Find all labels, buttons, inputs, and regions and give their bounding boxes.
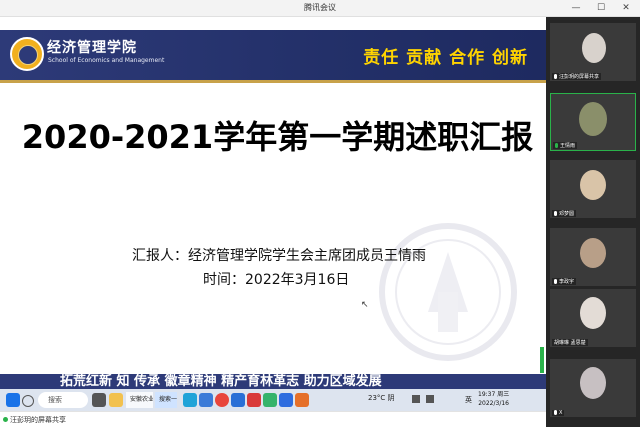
mail-icon[interactable] xyxy=(231,393,245,407)
participant-name: 邓梦圆 xyxy=(552,210,577,217)
school-name-en: School of Economics and Management xyxy=(48,57,165,64)
clock-date: 2022/3/16 xyxy=(478,400,509,407)
mouse-cursor-icon: ↖ xyxy=(361,300,369,310)
maximize-button[interactable]: ☐ xyxy=(591,1,611,15)
clock-time: 19:37 周三 xyxy=(478,391,510,398)
edge-icon[interactable] xyxy=(183,393,197,407)
photos-icon[interactable] xyxy=(279,393,293,407)
start-icon[interactable] xyxy=(6,393,20,407)
participant-sidebar: 汪彭玥的屏幕共享 王情雨 邓梦圆 李政宇 胡琳琳 孟思楚 X xyxy=(546,17,640,427)
slide-scroll-indicator[interactable] xyxy=(540,347,544,373)
network-icon[interactable] xyxy=(412,395,420,403)
school-logo-inner xyxy=(18,45,38,65)
window-titlebar: 腾讯会议 — ☐ ✕ xyxy=(0,0,640,17)
participant-tile[interactable]: 邓梦圆 xyxy=(550,160,636,218)
reporter-line: 汇报人：经济管理学院学生会主席团成员王情雨 xyxy=(132,248,426,264)
participant-avatar xyxy=(579,102,607,136)
file-explorer-icon[interactable] xyxy=(109,393,123,407)
participant-avatar xyxy=(580,238,606,268)
slide-title: 2020-2021学年第一学期述职汇报 xyxy=(21,118,534,156)
minimize-button[interactable]: — xyxy=(566,1,586,15)
participant-avatar xyxy=(580,367,606,399)
participant-name: 王情雨 xyxy=(553,142,578,149)
meeting-status-bar: 汪彭玥的屏幕共享 xyxy=(0,411,546,428)
participant-name: 胡琳琳 孟思楚 xyxy=(552,339,588,346)
slide-footer: 拓荒红新 知 传承 徽章精神 精产育林革志 助力区域发展 xyxy=(0,374,546,389)
taskbar-app-browser[interactable]: 安徽农业大学 xyxy=(126,392,153,408)
school-name-cn: 经济管理学院 xyxy=(47,40,137,56)
powerpoint-icon[interactable] xyxy=(295,393,309,407)
participant-tile[interactable]: X xyxy=(550,359,636,417)
participant-name: 汪彭玥的屏幕共享 xyxy=(552,73,602,80)
slide-header: 经济管理学院 School of Economics and Managemen… xyxy=(0,30,546,80)
chrome-icon[interactable] xyxy=(215,393,229,407)
taskbar-weather[interactable]: 23°C 阴 xyxy=(368,393,395,403)
mic-icon xyxy=(554,410,557,415)
wps-icon[interactable] xyxy=(247,393,261,407)
shared-screen-slide: 经济管理学院 School of Economics and Managemen… xyxy=(0,17,546,389)
participant-tile[interactable]: 李政宇 xyxy=(550,228,636,286)
participant-tile-active-speaker[interactable]: 王情雨 xyxy=(550,93,636,151)
participant-tile[interactable]: 胡琳琳 孟思楚 xyxy=(550,289,636,347)
school-logo-icon xyxy=(10,37,44,71)
volume-icon[interactable] xyxy=(426,395,434,403)
participant-avatar xyxy=(580,170,606,200)
participant-avatar xyxy=(580,297,606,329)
input-method-indicator[interactable]: 英 xyxy=(465,395,472,405)
search-icon[interactable] xyxy=(22,395,34,407)
app-title: 腾讯会议 xyxy=(304,3,336,12)
footer-slogan: 拓荒红新 知 传承 徽章精神 精产育林革志 助力区域发展 xyxy=(60,374,382,389)
mic-icon xyxy=(554,279,557,284)
participant-tile[interactable]: 汪彭玥的屏幕共享 xyxy=(550,23,636,81)
windows-taskbar: 搜索 安徽农业大学 搜索一下 23°C 阴 英 19:37 周三 2022/3/… xyxy=(0,389,546,411)
task-view-icon[interactable] xyxy=(92,393,106,407)
music-icon[interactable] xyxy=(263,393,277,407)
mic-icon xyxy=(554,211,557,216)
header-divider xyxy=(0,80,546,83)
participant-avatar xyxy=(582,33,606,63)
taskbar-clock[interactable]: 19:37 周三 2022/3/16 xyxy=(478,390,509,408)
slide-motto: 责任 贡献 合作 创新 xyxy=(363,48,528,68)
taskbar-app-search[interactable]: 搜索一下 xyxy=(155,392,177,408)
close-button[interactable]: ✕ xyxy=(616,1,636,15)
qq-icon[interactable] xyxy=(199,393,213,407)
taskbar-search-input[interactable]: 搜索 xyxy=(38,392,88,408)
screen-share-status: 汪彭玥的屏幕共享 xyxy=(10,416,66,424)
mic-active-icon xyxy=(555,143,558,148)
report-time-line: 时间：2022年3月16日 xyxy=(203,272,350,288)
share-indicator-icon xyxy=(3,417,8,422)
mic-icon xyxy=(554,74,557,79)
participant-name: X xyxy=(552,410,565,416)
university-seal-watermark xyxy=(379,223,517,361)
participant-name: 李政宇 xyxy=(552,278,577,285)
